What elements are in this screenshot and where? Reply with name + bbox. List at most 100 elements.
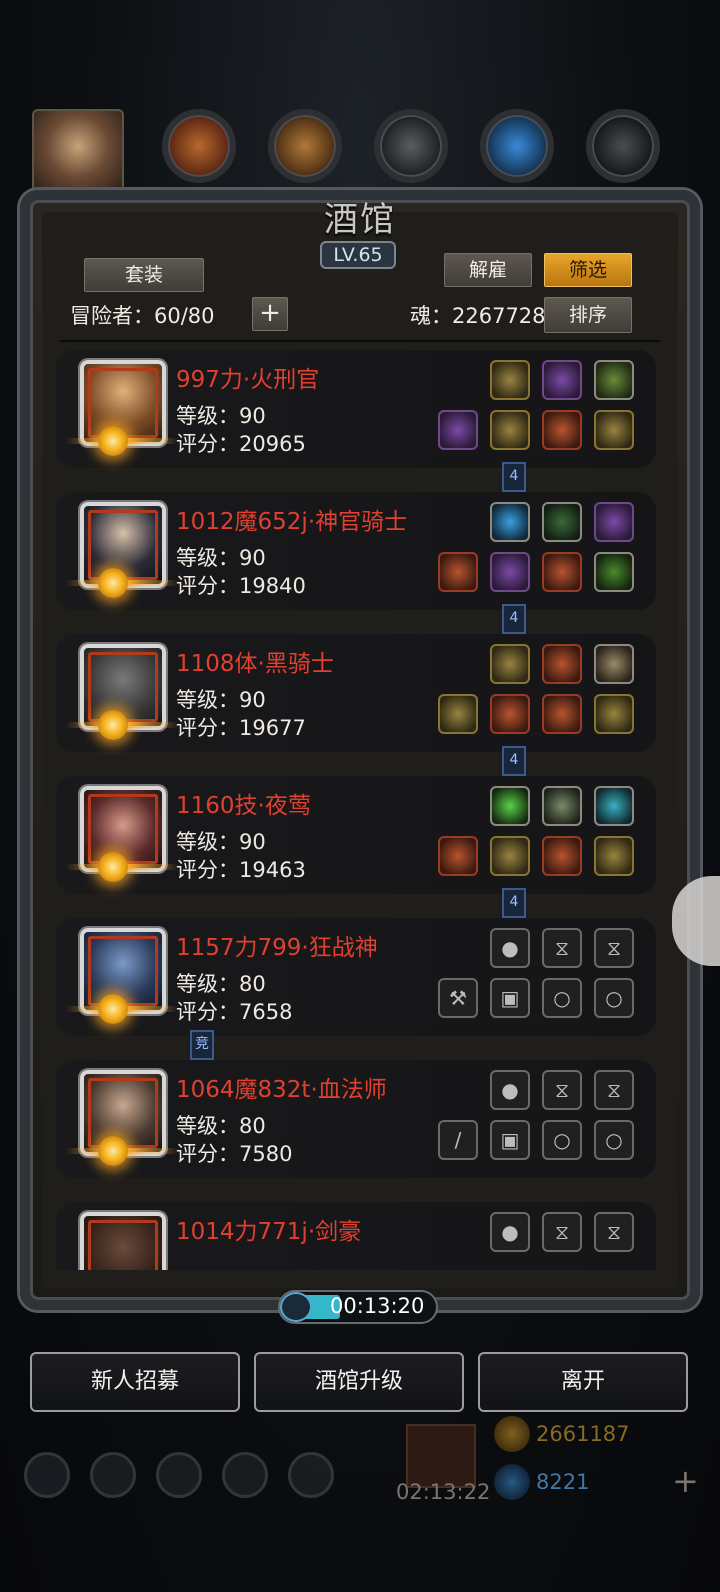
empty-slot-icon[interactable]: / bbox=[438, 1120, 478, 1160]
add-slot-button[interactable]: + bbox=[252, 297, 288, 331]
robe-icon[interactable] bbox=[490, 552, 530, 592]
empty-slot-icon[interactable]: ○ bbox=[594, 1120, 634, 1160]
refresh-timer: 00:13:20 bbox=[278, 1290, 438, 1324]
upgrade-button[interactable]: 酒馆升级 bbox=[254, 1352, 464, 1412]
crystal-icon[interactable] bbox=[490, 786, 530, 826]
dismiss-button[interactable]: 解雇 bbox=[444, 253, 532, 287]
chestplate-icon[interactable] bbox=[490, 694, 530, 734]
tab-hero-5[interactable] bbox=[586, 109, 660, 183]
hood-icon[interactable] bbox=[542, 836, 582, 876]
vest-icon[interactable] bbox=[490, 836, 530, 876]
helmet-icon[interactable] bbox=[542, 410, 582, 450]
mask-icon[interactable] bbox=[490, 644, 530, 684]
bow-icon[interactable] bbox=[542, 644, 582, 684]
chain-link-badge: 4 bbox=[502, 746, 526, 776]
helm-icon[interactable] bbox=[542, 694, 582, 734]
menu-icon[interactable] bbox=[24, 1452, 70, 1498]
empty-slot-icon[interactable]: ⚒ bbox=[438, 978, 478, 1018]
set-button[interactable]: 套装 bbox=[84, 258, 204, 292]
level-badge: LV.65 bbox=[320, 241, 396, 269]
dagger-icon[interactable] bbox=[438, 836, 478, 876]
shop-icon[interactable] bbox=[288, 1452, 334, 1498]
ring-icon[interactable] bbox=[594, 360, 634, 400]
stone-icon[interactable] bbox=[594, 786, 634, 826]
add-currency-icon[interactable]: + bbox=[672, 1462, 699, 1500]
armor-icon[interactable] bbox=[490, 410, 530, 450]
hero-level: 等级：80 bbox=[176, 972, 266, 996]
empty-slot-icon[interactable]: ● bbox=[490, 1070, 530, 1110]
orb-icon[interactable] bbox=[490, 502, 530, 542]
hero-name: 1012魔652j·神官骑士 bbox=[176, 509, 408, 535]
empty-slot-icon[interactable]: ● bbox=[490, 1212, 530, 1252]
hero-card[interactable]: 1064魔832t·血法师 等级：80 评分：7580 ● ⧖ ⧖ / ▣ ○ … bbox=[56, 1060, 656, 1178]
hero-score: 评分：20965 bbox=[176, 432, 306, 456]
hero-score: 评分：19677 bbox=[176, 716, 306, 740]
clock-icon bbox=[280, 1292, 312, 1322]
hammer-icon[interactable] bbox=[438, 552, 478, 592]
hero-level: 等级：90 bbox=[176, 404, 266, 428]
mail-icon[interactable] bbox=[222, 1452, 268, 1498]
scepter-icon[interactable] bbox=[594, 644, 634, 684]
necklace-icon[interactable] bbox=[594, 552, 634, 592]
rune-icon[interactable] bbox=[594, 694, 634, 734]
gold-amount: 2661187 bbox=[536, 1422, 630, 1446]
staff-icon[interactable] bbox=[542, 502, 582, 542]
empty-slot-icon[interactable]: ● bbox=[490, 928, 530, 968]
star-icon bbox=[98, 426, 128, 456]
empty-slot-icon[interactable]: ⧖ bbox=[594, 928, 634, 968]
hero-level: 等级：90 bbox=[176, 546, 266, 570]
gold-icon bbox=[494, 1416, 530, 1452]
hero-card[interactable]: 1157力799·狂战神 等级：80 评分：7658 ● ⧖ ⧖ ⚒ ▣ ○ ○ bbox=[56, 918, 656, 1036]
empty-slot-icon[interactable]: ⧖ bbox=[594, 1212, 634, 1252]
hero-card[interactable]: 1012魔652j·神官骑士 等级：90 评分：19840 bbox=[56, 492, 656, 610]
hero-card[interactable]: 1160技·夜莺 等级：90 评分：19463 bbox=[56, 776, 656, 894]
star-icon bbox=[98, 568, 128, 598]
empty-slot-icon[interactable]: ○ bbox=[594, 978, 634, 1018]
empty-slot-icon[interactable]: ▣ bbox=[490, 978, 530, 1018]
sort-button[interactable]: 排序 bbox=[544, 297, 632, 333]
guild-icon[interactable] bbox=[156, 1452, 202, 1498]
hero-score: 评分：19463 bbox=[176, 858, 306, 882]
gift-timer: 02:13:22 bbox=[396, 1480, 491, 1504]
weapon-icon[interactable] bbox=[438, 410, 478, 450]
arena-badge: 竞 bbox=[190, 1030, 214, 1060]
adventurer-count: 冒险者：60/80 bbox=[70, 304, 215, 328]
gift-icon[interactable] bbox=[406, 1424, 476, 1488]
tab-hero-2[interactable] bbox=[268, 109, 342, 183]
tab-hero-4[interactable] bbox=[480, 109, 554, 183]
tab-hero-3[interactable] bbox=[374, 109, 448, 183]
amulet-icon[interactable] bbox=[490, 360, 530, 400]
potion-icon[interactable] bbox=[542, 552, 582, 592]
hero-tab-row bbox=[28, 105, 688, 201]
goggles-icon[interactable] bbox=[542, 786, 582, 826]
empty-slot-icon[interactable]: ○ bbox=[542, 978, 582, 1018]
leave-button[interactable]: 离开 bbox=[478, 1352, 688, 1412]
pendant-icon[interactable] bbox=[594, 836, 634, 876]
relic-icon[interactable] bbox=[542, 360, 582, 400]
chain-link-badge: 4 bbox=[502, 888, 526, 918]
achievement-icon[interactable] bbox=[90, 1452, 136, 1498]
hero-portrait[interactable] bbox=[32, 109, 124, 201]
crossbow-icon[interactable] bbox=[438, 694, 478, 734]
empty-slot-icon[interactable]: ○ bbox=[542, 1120, 582, 1160]
hero-card[interactable]: 1014力771j·剑豪 ● ⧖ ⧖ bbox=[56, 1202, 656, 1270]
filter-button[interactable]: 筛选 bbox=[544, 253, 632, 287]
hero-list[interactable]: 997力·火刑官 等级：90 评分：20965 4 1012魔652j·神官骑士… bbox=[56, 350, 656, 1270]
offhand-icon[interactable] bbox=[594, 410, 634, 450]
hero-name: 1108体·黑骑士 bbox=[176, 651, 334, 677]
empty-slot-icon[interactable]: ⧖ bbox=[542, 1212, 582, 1252]
empty-slot-icon[interactable]: ⧖ bbox=[542, 928, 582, 968]
hero-score: 评分：19840 bbox=[176, 574, 306, 598]
empty-slot-icon[interactable]: ▣ bbox=[490, 1120, 530, 1160]
avatar[interactable] bbox=[80, 1212, 166, 1270]
empty-slot-icon[interactable]: ⧖ bbox=[542, 1070, 582, 1110]
gem-icon[interactable] bbox=[594, 502, 634, 542]
recruit-button[interactable]: 新人招募 bbox=[30, 1352, 240, 1412]
panel-title: 酒馆 bbox=[324, 200, 396, 240]
timer-text: 00:13:20 bbox=[330, 1294, 425, 1318]
hero-card[interactable]: 997力·火刑官 等级：90 评分：20965 bbox=[56, 350, 656, 468]
hero-name: 1157力799·狂战神 bbox=[176, 935, 378, 961]
tab-hero-1[interactable] bbox=[162, 109, 236, 183]
hero-card[interactable]: 1108体·黑骑士 等级：90 评分：19677 bbox=[56, 634, 656, 752]
empty-slot-icon[interactable]: ⧖ bbox=[594, 1070, 634, 1110]
